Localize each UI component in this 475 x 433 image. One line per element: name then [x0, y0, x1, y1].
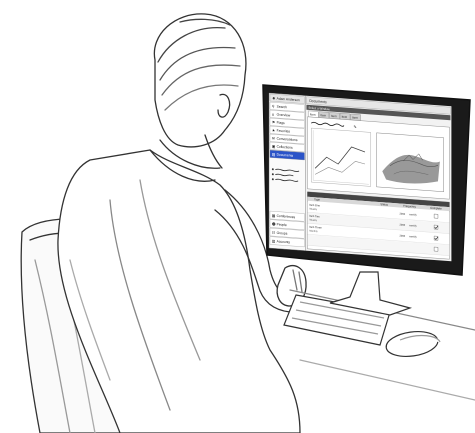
- row-frequency: 2000: [400, 233, 406, 238]
- tab-label: Item: [310, 112, 316, 117]
- sidebar-item-label: Groups: [277, 231, 288, 236]
- row-period: weekly: [409, 212, 417, 217]
- folder-icon: ▣: [272, 144, 276, 148]
- person-icon: ☻: [272, 222, 276, 226]
- flag-icon: ⚑: [272, 120, 275, 124]
- home-icon: ⌂: [272, 112, 274, 116]
- tab-label: Item: [352, 115, 358, 120]
- mouse: [385, 330, 441, 358]
- row-period: weekly: [409, 223, 417, 228]
- tab-label: Item: [342, 115, 348, 120]
- row-frequency: 2000: [400, 211, 406, 216]
- calendar-icon: ▦: [272, 214, 276, 218]
- line-chart-thumbnail[interactable]: [311, 127, 371, 187]
- tab-item-1[interactable]: Item: [308, 110, 319, 118]
- col-header-status[interactable]: Status: [380, 202, 388, 207]
- row-sub: Weekly: [309, 219, 318, 223]
- tab-item-3[interactable]: Item: [329, 112, 340, 120]
- tab-item-4[interactable]: Item: [339, 113, 351, 121]
- group-icon: ☷: [272, 231, 275, 235]
- terrain-image-thumbnail[interactable]: [376, 132, 444, 192]
- chat-icon: ✉: [272, 136, 275, 140]
- sidebar-item-label: Flags: [277, 121, 285, 126]
- sidebar-item-label: People: [277, 222, 287, 227]
- sidebar-item-label: Search: [277, 105, 287, 110]
- sidebar: ☻ Adam Anderson ⚲ Search⌂ Overview⚑ Flags★ F…: [268, 92, 306, 251]
- document-icon: ▤: [272, 152, 276, 156]
- tab-label: Item: [320, 113, 326, 118]
- person-sketch: [20, 13, 307, 433]
- screen-ui: ☻ Adam Anderson ⚲ Search⌂ Overview⚑ Flags★ F…: [268, 92, 452, 262]
- tab-label: Item: [331, 114, 337, 119]
- complete-checkbox[interactable]: [433, 246, 439, 252]
- complete-checkbox[interactable]: [433, 235, 439, 241]
- edit-icon[interactable]: ✎: [353, 124, 356, 129]
- row-period: weekly: [409, 234, 417, 239]
- sketch-scene: ☻ Adam Anderson ⚲ Search⌂ Overview⚑ Flags★ F…: [20, 13, 475, 433]
- complete-checkbox[interactable]: [433, 213, 439, 219]
- row-sub: Weekly: [309, 208, 318, 212]
- complete-checkbox[interactable]: [433, 224, 439, 230]
- account-icon: ▥: [272, 239, 276, 243]
- tab-item-5[interactable]: Item: [350, 113, 361, 121]
- tab-item-2[interactable]: Item: [318, 111, 330, 119]
- row-frequency: 2000: [400, 222, 406, 227]
- documents-table: Type Status Frequency Complete Item OneW…: [307, 191, 450, 260]
- person-icon: ☻: [272, 96, 276, 100]
- col-header-type[interactable]: Type: [314, 197, 320, 202]
- search-icon: ⚲: [272, 104, 275, 108]
